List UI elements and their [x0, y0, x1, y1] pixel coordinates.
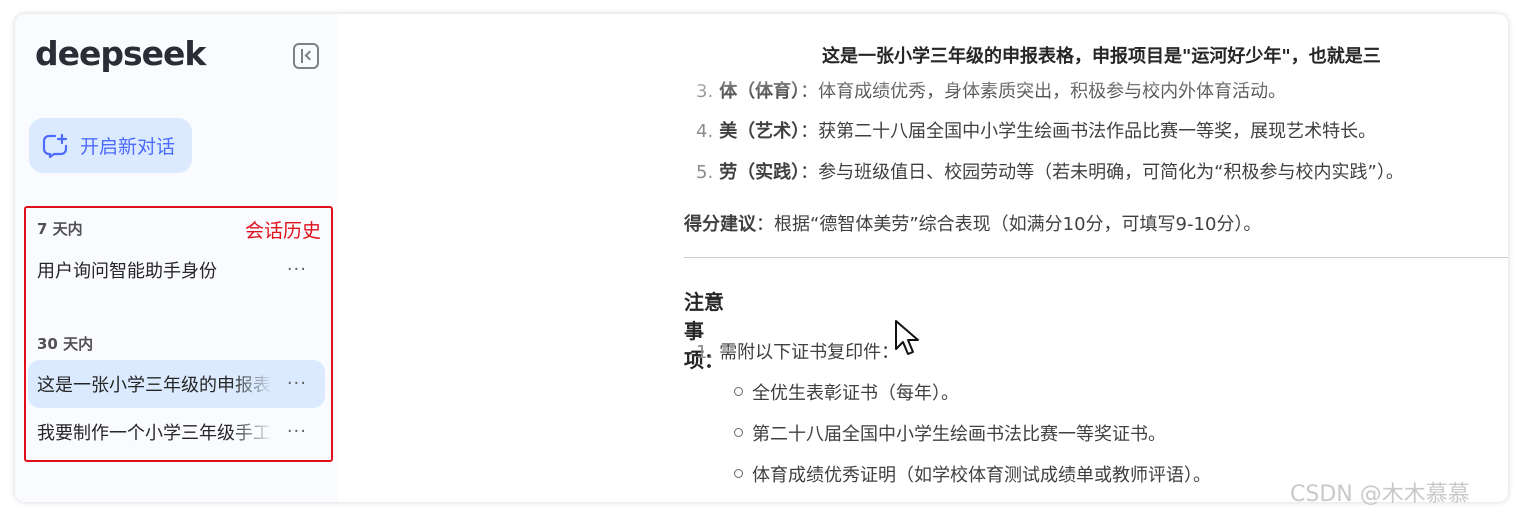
list-number: 4.	[696, 121, 714, 142]
more-options-icon[interactable]: ···	[287, 259, 307, 280]
list-item-text: ：参与班级值日、校园劳动等（若未明确，可简化为“积极参与校内实践”）。	[800, 162, 1404, 183]
chat-history-item-active[interactable]: 这是一张小学三年级的申报表格 ···	[28, 360, 325, 408]
watermark: CSDN @木木慕慕	[1290, 482, 1470, 507]
chat-history-panel: 会话历史 7 天内 用户询问智能助手身份 ··· 30 天内 这是一张小学三年级…	[24, 206, 333, 462]
sub-list-item: 全优生表彰证书（每年）。	[752, 383, 959, 404]
chat-title: 我要制作一个小学三年级手工画	[37, 423, 273, 444]
list-item-text: 需附以下证书复印件：	[719, 342, 900, 363]
mouse-cursor-icon	[895, 320, 919, 355]
bullet-icon	[734, 469, 743, 478]
chat-main: 3. 体（体育）：体育成绩优秀，身体素质突出，积极参与校内外体育活动。 4. 美（艺…	[338, 14, 1508, 502]
group-label-7-days: 7 天内	[37, 220, 83, 238]
more-options-icon[interactable]: ···	[287, 373, 307, 394]
divider	[684, 257, 1508, 258]
list-number: 5.	[696, 162, 714, 183]
logo: deepseek	[35, 34, 206, 73]
list-item-heading: 体（体育）	[719, 81, 801, 102]
score-text: ：根据“德智体美劳”综合表现（如满分10分，可填写9-10分）。	[756, 214, 1262, 235]
score-label: 得分建议	[684, 214, 756, 235]
list-number: 1.	[696, 342, 714, 363]
list-item: 4. 美（艺术）：获第二十八届全国中小学生绘画书法作品比赛一等奖，展现艺术特长。	[696, 117, 1376, 143]
chat-history-item[interactable]: 我要制作一个小学三年级手工画 ···	[28, 408, 325, 456]
list-item: 5. 劳（实践）：参与班级值日、校园劳动等（若未明确，可简化为“积极参与校内实践”…	[696, 158, 1404, 184]
collapse-sidebar-icon[interactable]	[293, 43, 319, 69]
list-number: 3.	[696, 81, 714, 102]
list-item-text: ：体育成绩优秀，身体素质突出，积极参与校内外体育活动。	[800, 81, 1287, 102]
score-suggestion: 得分建议：根据“德智体美劳”综合表现（如满分10分，可填写9-10分）。	[684, 210, 1261, 236]
bullet-icon	[734, 428, 743, 437]
list-item: 1. 需附以下证书复印件：	[696, 338, 899, 364]
new-chat-button[interactable]: 开启新对话	[29, 118, 192, 173]
history-annotation: 会话历史	[244, 220, 321, 242]
chat-history-item[interactable]: 用户询问智能助手身份 ···	[28, 246, 325, 294]
conversation-title: 这是一张小学三年级的申报表格，申报项目是"运河好少年"，也就是三	[822, 46, 1381, 67]
new-chat-label: 开启新对话	[80, 136, 176, 158]
new-chat-icon	[42, 133, 68, 158]
list-item-text: ：获第二十八届全国中小学生绘画书法作品比赛一等奖，展现艺术特长。	[800, 121, 1377, 142]
sub-list-item: 体育成绩优秀证明（如学校体育测试成绩单或教师评语）。	[752, 465, 1211, 486]
group-label-30-days: 30 天内	[37, 335, 94, 353]
bullet-icon	[734, 387, 743, 396]
chat-title: 用户询问智能助手身份	[37, 261, 217, 282]
app-window: deepseek 开启新对话 会话历史 7 天内 用户询问智能助手身份 ··· …	[15, 14, 1508, 502]
sub-list-item: 第二十八届全国中小学生绘画书法比赛一等奖证书。	[752, 424, 1166, 445]
list-item: 3. 体（体育）：体育成绩优秀，身体素质突出，积极参与校内外体育活动。	[696, 77, 1286, 103]
sidebar: deepseek 开启新对话 会话历史 7 天内 用户询问智能助手身份 ··· …	[15, 14, 338, 502]
more-options-icon[interactable]: ···	[287, 421, 307, 442]
list-item-heading: 劳（实践）	[719, 162, 801, 183]
list-item-heading: 美（艺术）	[719, 121, 801, 142]
chat-title: 这是一张小学三年级的申报表格	[37, 375, 273, 396]
